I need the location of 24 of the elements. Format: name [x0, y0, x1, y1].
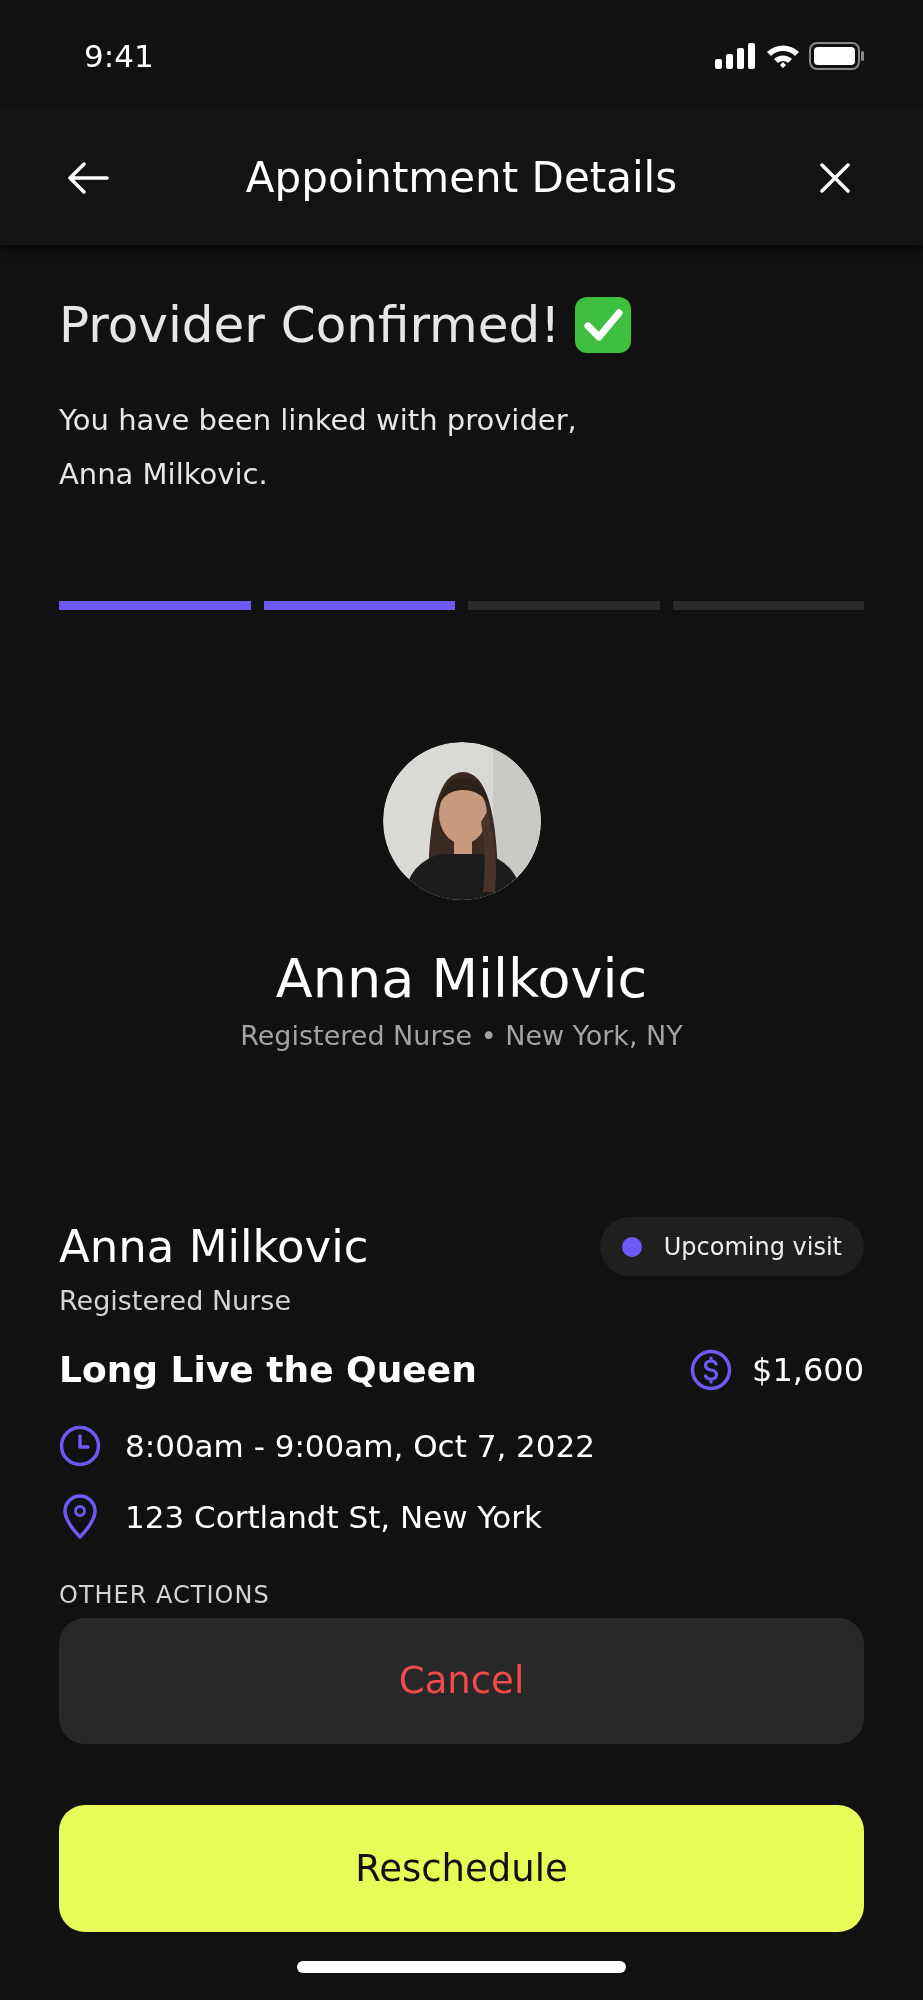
battery-icon	[809, 42, 865, 70]
provider-name: Anna Milkovic	[275, 946, 648, 1012]
wifi-icon	[765, 43, 801, 69]
back-arrow-icon	[67, 161, 109, 194]
cancel-button[interactable]: Cancel	[59, 1618, 864, 1744]
close-icon	[820, 162, 850, 193]
status-time: 9:41	[84, 36, 154, 76]
provider-name: Anna Milkovic	[59, 1218, 369, 1275]
status-label: Upcoming visit	[663, 1231, 842, 1263]
check-mark-icon	[574, 296, 633, 354]
section-label: OTHER ACTIONS	[59, 1580, 271, 1610]
confirmation-heading: Provider Confirmed!	[59, 295, 561, 356]
screen-title: Appointment Details	[245, 152, 678, 204]
provider-details: Registered Nurse • New York, NY	[240, 1019, 683, 1053]
dollar-icon	[690, 1349, 733, 1391]
confirmation-message: You have been linked with provider, Anna Milkovic.	[59, 402, 578, 493]
appointment-title: Long Live the Queen	[59, 1348, 477, 1392]
appointment-address: 123 Cortlandt St, New York	[125, 1497, 542, 1537]
provider-role: Registered Nurse	[59, 1283, 292, 1318]
signal-icon	[715, 43, 757, 69]
clock-icon	[59, 1425, 101, 1468]
reschedule-button[interactable]: Reschedule	[59, 1805, 864, 1932]
price: $1,600	[752, 1350, 864, 1391]
appointment-time: 8:00am - 9:00am, Oct 7, 2022	[125, 1427, 595, 1466]
